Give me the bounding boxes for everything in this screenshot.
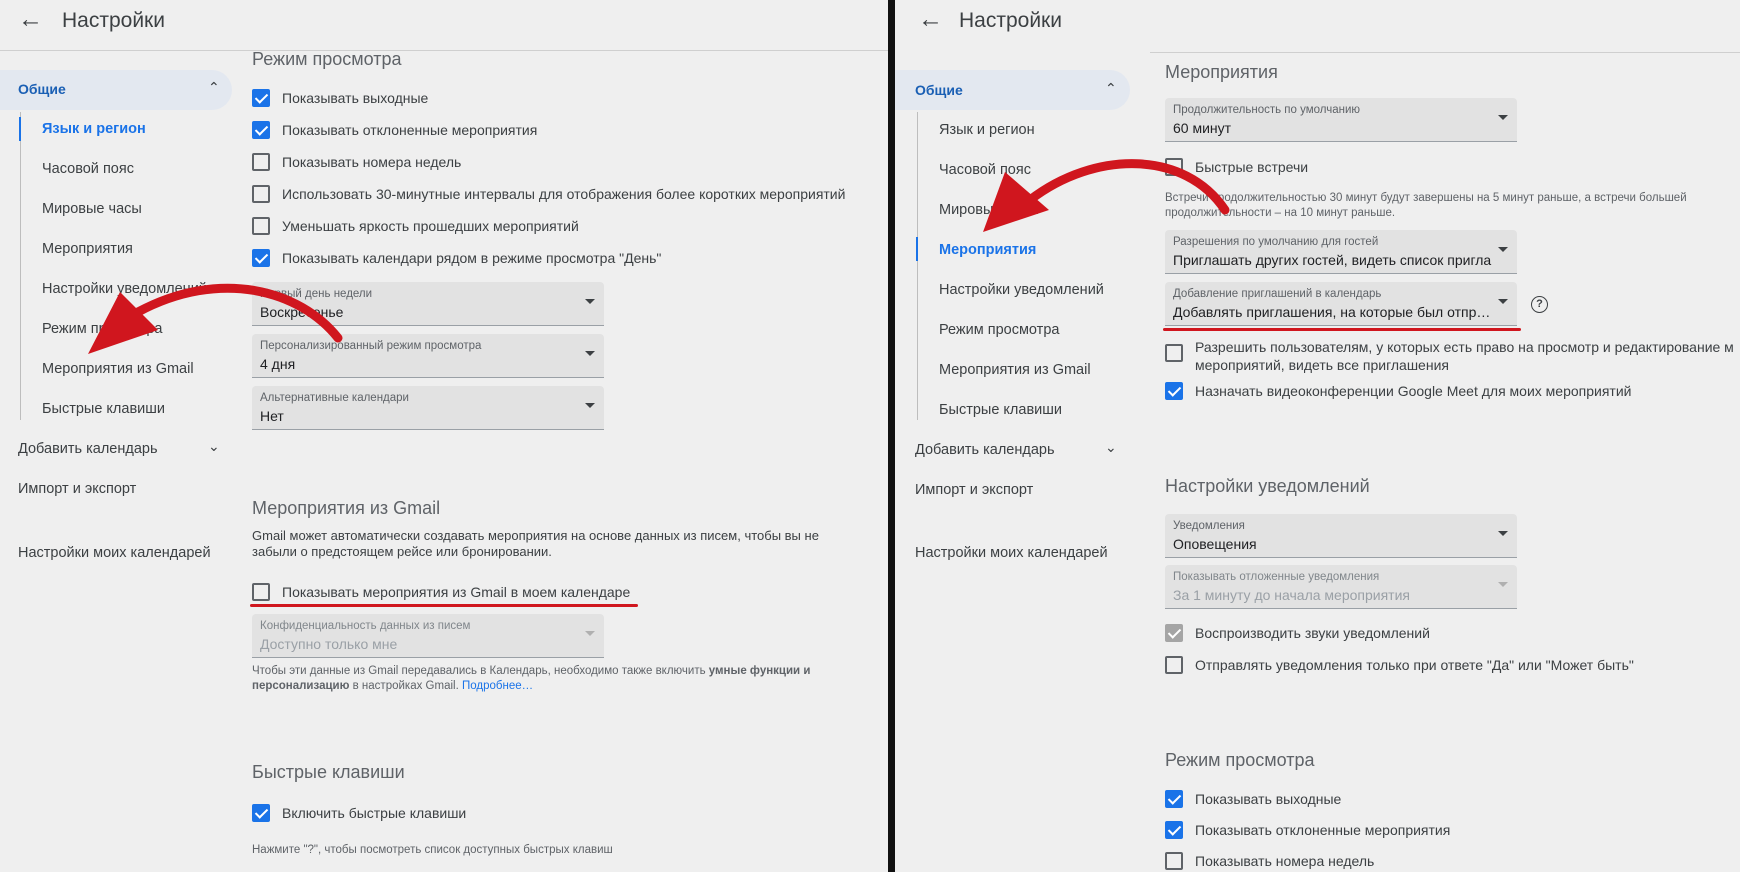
left-screenshot-panel: ← Настройки Общие ⌃ Язык и регион Часово… bbox=[0, 0, 888, 872]
right-screenshot-panel: ← Настройки Общие ⌃ Язык и регион Часово… bbox=[895, 0, 1740, 872]
red-annotation-arrow bbox=[88, 283, 343, 354]
panel-divider bbox=[888, 0, 895, 872]
red-annotation-arrow bbox=[983, 159, 1230, 232]
